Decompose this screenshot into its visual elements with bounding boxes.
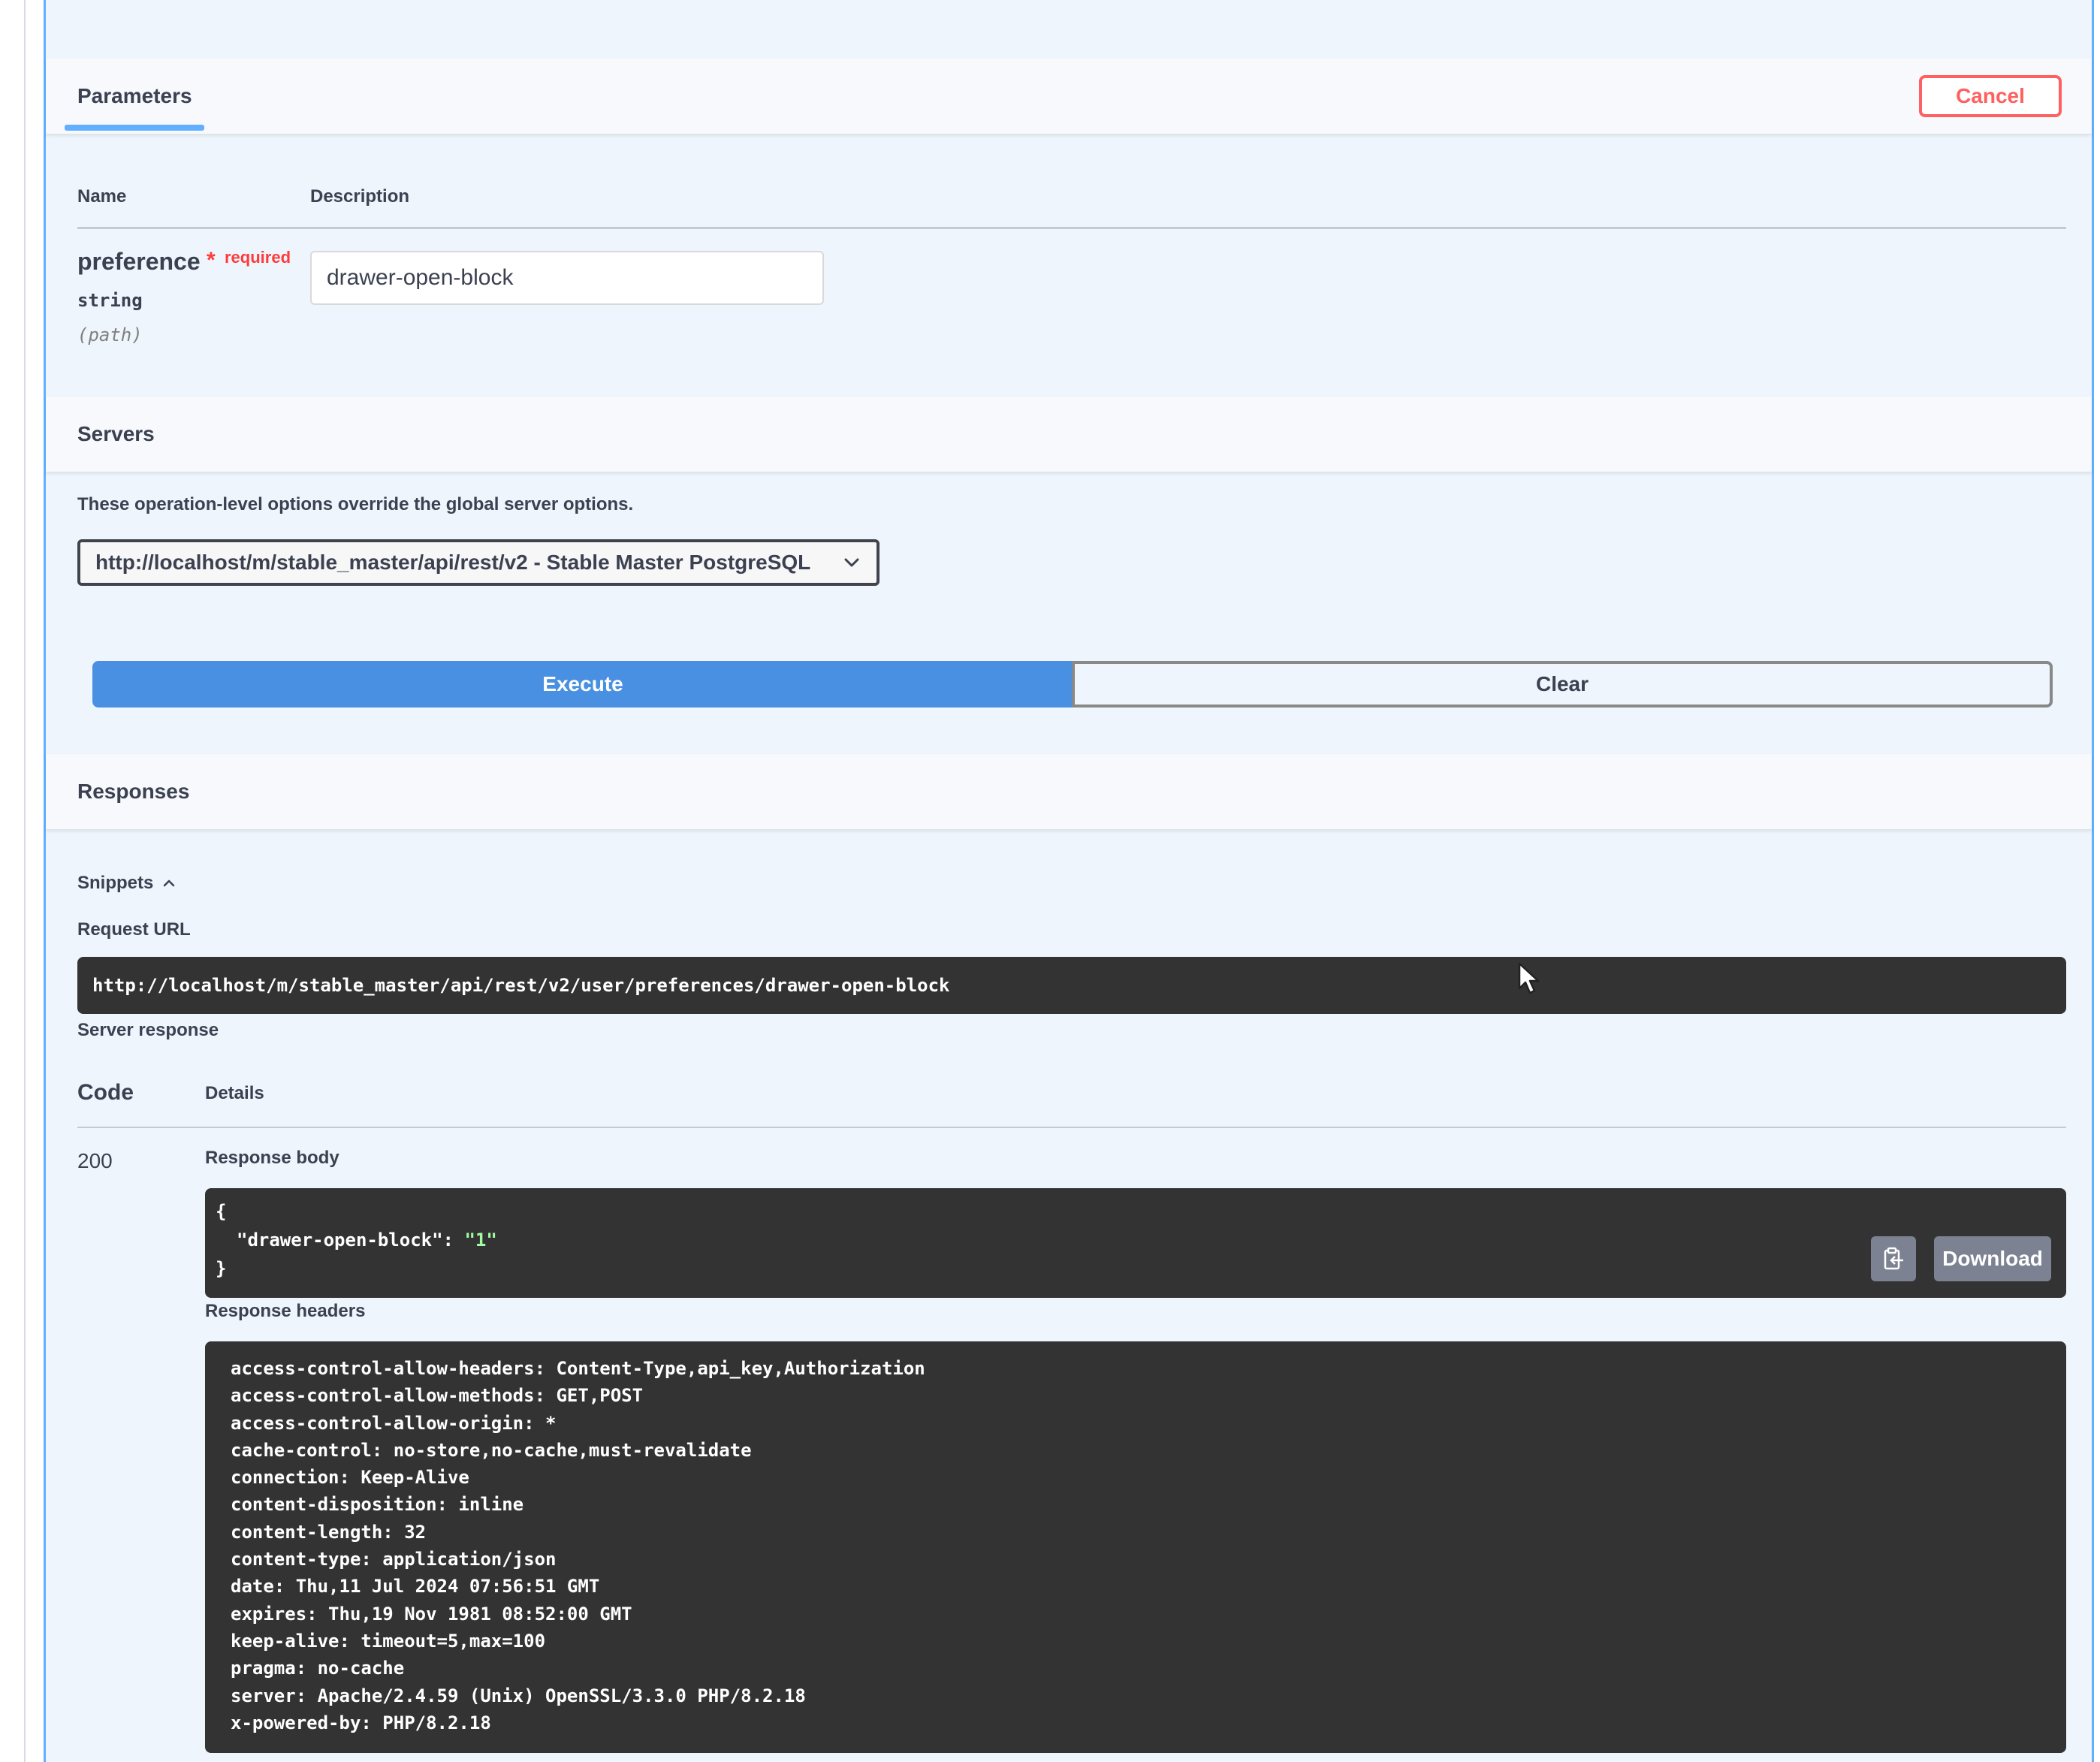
copy-to-clipboard-button[interactable] [1871, 1236, 1916, 1281]
required-label: required [225, 248, 291, 267]
preference-input[interactable] [310, 251, 824, 305]
details-column-header: Details [205, 1083, 264, 1103]
header-line: access-control-allow-origin: * [231, 1412, 557, 1434]
divider [77, 1127, 2066, 1128]
snippets-toggle[interactable]: Snippets [77, 873, 177, 894]
json-separator: : [442, 1229, 465, 1251]
download-button[interactable]: Download [1934, 1236, 2051, 1281]
header-line: connection: Keep-Alive [231, 1467, 469, 1489]
json-open-brace: { [216, 1201, 227, 1222]
status-code: 200 [77, 1149, 113, 1172]
json-key: "drawer-open-block" [237, 1229, 443, 1251]
json-line: "drawer-open-block": "1" [216, 1226, 2056, 1254]
parameter-location: (path) [77, 324, 143, 345]
header-line: x-powered-by: PHP/8.2.18 [231, 1712, 491, 1733]
response-headers[interactable]: access-control-allow-headers: Content-Ty… [205, 1341, 2066, 1753]
divider [77, 227, 2066, 229]
header-line: content-type: application/json [231, 1549, 557, 1570]
column-header-description: Description [310, 186, 410, 207]
server-response-label: Server response [77, 1020, 219, 1040]
operation-block: Parameters Cancel Name Description prefe… [44, 0, 2094, 1762]
header-line: content-length: 32 [231, 1521, 427, 1543]
parameters-header: Parameters Cancel [46, 59, 2092, 134]
servers-header: Servers [46, 397, 2092, 472]
servers-note: These operation-level options override t… [77, 494, 634, 514]
parameter-name: preference [77, 248, 201, 275]
server-select[interactable]: http://localhost/m/stable_master/api/res… [77, 539, 880, 586]
header-line: pragma: no-cache [231, 1658, 405, 1679]
header-line: date: Thu,11 Jul 2024 07:56:51 GMT [231, 1576, 600, 1598]
parameter-type: string [77, 290, 143, 311]
header-line: content-disposition: inline [231, 1494, 524, 1516]
json-close-brace: } [216, 1258, 227, 1279]
column-header-name: Name [77, 186, 127, 207]
header-line: server: Apache/2.4.59 (Unix) OpenSSL/3.3… [231, 1685, 806, 1706]
tab-parameters[interactable]: Parameters [77, 84, 192, 108]
header-line: cache-control: no-store,no-cache,must-re… [231, 1439, 752, 1461]
required-star: * [207, 248, 216, 273]
json-value: "1" [464, 1229, 497, 1251]
clear-button[interactable]: Clear [1072, 661, 2053, 708]
clipboard-icon [1884, 1247, 1903, 1270]
header-line: access-control-allow-headers: Content-Ty… [231, 1358, 925, 1379]
response-body-label: Response body [205, 1148, 339, 1168]
servers-title: Servers [77, 422, 155, 445]
chevron-down-icon [844, 558, 859, 567]
header-line: access-control-allow-methods: GET,POST [231, 1385, 644, 1407]
snippets-label: Snippets [77, 873, 154, 893]
tab-active-indicator [65, 125, 204, 131]
responses-title: Responses [77, 780, 190, 803]
responses-header: Responses [46, 754, 2092, 830]
server-select-value: http://localhost/m/stable_master/api/res… [95, 551, 811, 574]
execute-button[interactable]: Execute [92, 661, 1073, 708]
chevron-up-icon [164, 879, 175, 887]
header-line: keep-alive: timeout=5,max=100 [231, 1630, 546, 1652]
cancel-button[interactable]: Cancel [1919, 75, 2062, 117]
response-body[interactable]: { "drawer-open-block": "1" } Download [205, 1188, 2066, 1298]
response-headers-label: Response headers [205, 1301, 366, 1321]
mouse-cursor-icon [1518, 962, 1540, 994]
code-column-header: Code [77, 1080, 134, 1105]
header-line: expires: Thu,19 Nov 1981 08:52:00 GMT [231, 1603, 632, 1625]
request-url-label: Request URL [77, 919, 191, 940]
request-url[interactable]: http://localhost/m/stable_master/api/res… [77, 957, 2066, 1014]
page-left-border [24, 0, 26, 1762]
